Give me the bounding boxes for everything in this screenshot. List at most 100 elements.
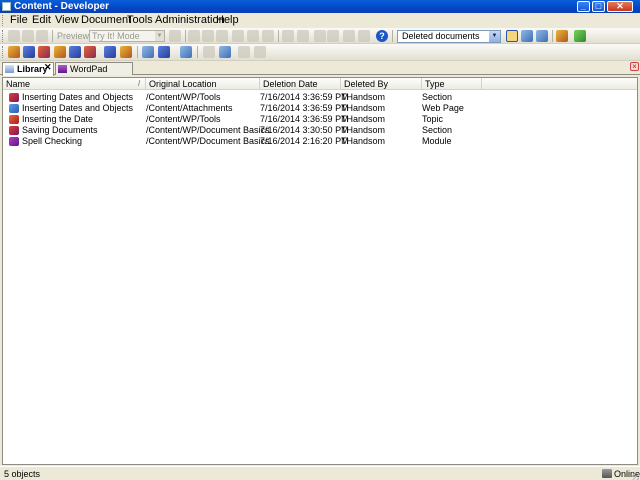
export-icon[interactable] bbox=[180, 46, 192, 58]
copy-icon[interactable] bbox=[202, 30, 214, 42]
maximize-button[interactable]: □ bbox=[592, 1, 605, 12]
redo-icon[interactable] bbox=[297, 30, 309, 42]
check-out-icon[interactable] bbox=[203, 46, 215, 58]
row-deleted-by: THandsom bbox=[341, 125, 386, 135]
refresh-icon[interactable] bbox=[574, 30, 586, 42]
row-date: 7/16/2014 3:36:59 PM bbox=[260, 114, 349, 124]
column-header-deletion-date[interactable]: Deletion Date bbox=[260, 78, 341, 90]
preview-button[interactable]: Preview bbox=[57, 30, 89, 42]
toolbar-separator bbox=[392, 30, 393, 42]
sort-icon: / bbox=[138, 79, 141, 88]
package-icon[interactable] bbox=[84, 46, 96, 58]
expand-icon[interactable] bbox=[314, 30, 326, 42]
library-icon bbox=[5, 65, 14, 73]
link-icon[interactable] bbox=[158, 46, 170, 58]
row-deleted-by: THandsom bbox=[341, 114, 386, 124]
row-type: Module bbox=[422, 136, 452, 146]
delete-icon[interactable] bbox=[232, 30, 244, 42]
title-bar: Content - Developer _ □ ✕ bbox=[0, 0, 640, 13]
menubar-grip[interactable] bbox=[2, 15, 5, 26]
chevron-down-icon: ▼ bbox=[489, 31, 500, 42]
cancel-check-out-icon[interactable] bbox=[238, 46, 250, 58]
section-icon[interactable] bbox=[38, 46, 50, 58]
row-deleted-by: THandsom bbox=[341, 92, 386, 102]
document-tabs: Library ✕ WordPad Training bbox=[0, 61, 640, 86]
table-row[interactable]: Inserting Dates and Objects /Content/WP/… bbox=[3, 92, 637, 103]
open-icon[interactable] bbox=[22, 30, 34, 42]
tab-wordpad-training[interactable]: WordPad Training bbox=[55, 62, 133, 86]
deleted-documents-list[interactable]: Name / Original Location Deletion Date D… bbox=[2, 77, 638, 465]
check-in-icon[interactable] bbox=[219, 46, 231, 58]
find-icon[interactable] bbox=[262, 30, 274, 42]
close-pane-icon[interactable]: × bbox=[630, 62, 639, 71]
module-icon[interactable] bbox=[23, 46, 35, 58]
outline-icon bbox=[58, 65, 67, 73]
row-location: /Content/Attachments bbox=[146, 103, 233, 113]
column-header-original-location[interactable]: Original Location bbox=[146, 78, 260, 90]
horizontal-split-icon[interactable] bbox=[521, 30, 533, 42]
role-icon[interactable] bbox=[120, 46, 132, 58]
import-icon[interactable] bbox=[142, 46, 154, 58]
properties-icon[interactable] bbox=[247, 30, 259, 42]
row-location: /Content/WP/Tools bbox=[146, 114, 221, 124]
row-type: Section bbox=[422, 125, 453, 135]
menu-file[interactable]: File bbox=[10, 14, 28, 27]
resize-grip[interactable] bbox=[632, 473, 639, 480]
collapse-icon[interactable] bbox=[327, 30, 339, 42]
chevron-down-icon: ▼ bbox=[155, 31, 164, 41]
binoculars-icon[interactable] bbox=[343, 30, 355, 42]
pane-icon[interactable] bbox=[556, 30, 568, 42]
toolbar-grip[interactable] bbox=[2, 30, 5, 42]
document-toolbar bbox=[0, 44, 640, 61]
column-header-deleted-by[interactable]: Deleted By bbox=[341, 78, 422, 90]
menu-document[interactable]: Document bbox=[81, 14, 131, 27]
column-header-type[interactable]: Type bbox=[422, 78, 482, 90]
topic-icon bbox=[9, 115, 19, 124]
menu-help[interactable]: Help bbox=[216, 14, 239, 27]
toolbar-separator bbox=[137, 46, 138, 58]
help-icon[interactable]: ? bbox=[376, 30, 388, 42]
column-header-name[interactable]: Name bbox=[3, 78, 146, 90]
toolbar-separator bbox=[552, 30, 553, 42]
table-row[interactable]: Inserting Dates and Objects /Content/Att… bbox=[3, 103, 637, 114]
close-button[interactable]: ✕ bbox=[607, 1, 633, 12]
new-icon[interactable] bbox=[8, 30, 20, 42]
menu-edit[interactable]: Edit bbox=[32, 14, 51, 27]
standard-toolbar: Preview Try It! Mode ▼ ? Deleted documen… bbox=[0, 28, 640, 44]
mode-select[interactable]: Try It! Mode ▼ bbox=[89, 30, 165, 42]
menu-view[interactable]: View bbox=[55, 14, 79, 27]
section-icon bbox=[9, 93, 19, 102]
menu-tools[interactable]: Tools bbox=[127, 14, 153, 27]
save-icon[interactable] bbox=[36, 30, 48, 42]
status-bar: 5 objects Online bbox=[0, 466, 640, 480]
view-select-value: Deleted documents bbox=[402, 31, 480, 41]
filter-icon[interactable] bbox=[358, 30, 370, 42]
vertical-split-icon[interactable] bbox=[536, 30, 548, 42]
toolbar-grip[interactable] bbox=[2, 46, 5, 58]
row-type: Section bbox=[422, 92, 453, 102]
module-icon bbox=[9, 137, 19, 146]
object-count: 5 objects bbox=[4, 469, 41, 479]
row-name: Inserting Dates and Objects bbox=[22, 92, 134, 102]
web-page-icon[interactable] bbox=[69, 46, 81, 58]
glossary-icon[interactable] bbox=[104, 46, 116, 58]
menu-administration[interactable]: Administration bbox=[155, 14, 225, 27]
table-row[interactable]: Spell Checking /Content/WP/Document Basi… bbox=[3, 136, 637, 147]
outline-icon[interactable] bbox=[8, 46, 20, 58]
row-date: 7/16/2014 3:36:59 PM bbox=[260, 103, 349, 113]
topic-icon[interactable] bbox=[54, 46, 66, 58]
table-row[interactable]: Inserting the Date /Content/WP/Tools 7/1… bbox=[3, 114, 637, 125]
cut-icon[interactable] bbox=[188, 30, 200, 42]
history-icon[interactable] bbox=[254, 46, 266, 58]
table-row[interactable]: Saving Documents /Content/WP/Document Ba… bbox=[3, 125, 637, 136]
menu-bar: File Edit View Document Tools Administra… bbox=[0, 13, 640, 28]
view-select[interactable]: Deleted documents ▼ bbox=[397, 30, 501, 43]
close-tab-icon[interactable]: ✕ bbox=[44, 63, 52, 72]
details-view-icon[interactable] bbox=[506, 30, 518, 42]
row-location: /Content/WP/Tools bbox=[146, 92, 221, 102]
undo-icon[interactable] bbox=[282, 30, 294, 42]
minimize-button[interactable]: _ bbox=[577, 1, 590, 12]
toolbar-separator bbox=[197, 46, 198, 58]
publish-icon[interactable] bbox=[169, 30, 181, 42]
paste-icon[interactable] bbox=[216, 30, 228, 42]
